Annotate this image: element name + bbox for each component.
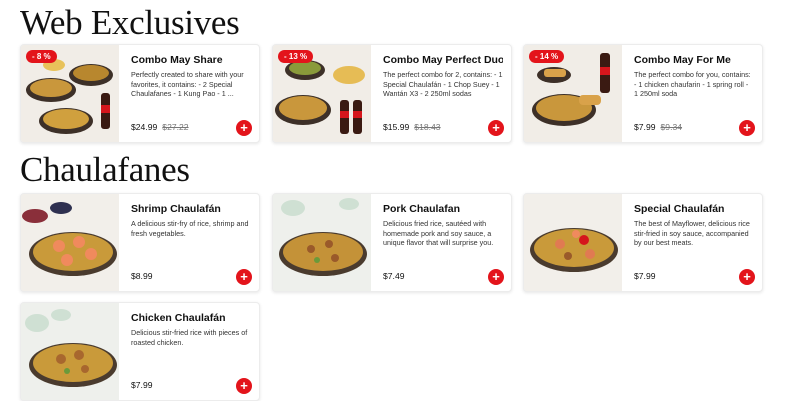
product-title: Combo May For Me	[634, 54, 731, 66]
discount-badge: - 14 %	[529, 50, 565, 63]
product-description: The best of Mayflower, delicious rice st…	[634, 219, 750, 248]
chicken-rice-image	[21, 303, 119, 400]
add-to-cart-button[interactable]: +	[739, 269, 755, 285]
add-to-cart-button[interactable]: +	[236, 378, 252, 394]
product-old-price: $9.34	[660, 122, 683, 132]
product-description: The perfect combo for 2, contains: - 1 S…	[383, 70, 503, 99]
product-title: Pork Chaulafan	[383, 203, 461, 215]
discount-badge: - 13 %	[278, 50, 314, 63]
discount-badge: - 8 %	[26, 50, 57, 63]
product-price: $15.99	[383, 122, 410, 132]
product-description: Perfectly created to share with your fav…	[131, 70, 244, 99]
product-card-combo-may-share[interactable]: - 8 % Combo May Share Perfectly created …	[20, 44, 260, 143]
shrimp-rice-image	[21, 194, 119, 291]
product-price: $7.99	[131, 380, 153, 390]
product-title: Shrimp Chaulafán	[131, 203, 221, 215]
product-old-price: $18.43	[414, 122, 441, 132]
special-rice-image	[524, 194, 622, 291]
add-to-cart-button[interactable]: +	[236, 120, 252, 136]
product-title: Special Chaulafán	[634, 203, 725, 215]
product-description: Delicious stir-fried rice with pieces of…	[131, 328, 248, 347]
product-price: $7.99	[634, 271, 656, 281]
product-title: Combo May Share	[131, 54, 223, 66]
product-title: Combo May Perfect Duo	[383, 54, 503, 66]
product-card-combo-may-perfect-duo[interactable]: - 13 % Combo May Perfect Duo The perfect…	[272, 44, 512, 143]
product-card-pork-chaulafan[interactable]: Pork Chaulafan Delicious fried rice, sau…	[272, 193, 512, 292]
section-title-chaulafanes: Chaulafanes	[20, 150, 190, 189]
product-description: A delicious stir-fry of rice, shrimp and…	[131, 219, 249, 238]
section-title-web-exclusives: Web Exclusives	[20, 3, 240, 42]
product-old-price: $27.22	[162, 122, 189, 132]
product-price: $7.99	[634, 122, 656, 132]
pork-rice-image	[273, 194, 371, 291]
product-description: The perfect combo for you, contains: - 1…	[634, 70, 751, 99]
add-to-cart-button[interactable]: +	[488, 120, 504, 136]
product-title: Chicken Chaulafán	[131, 312, 226, 324]
add-to-cart-button[interactable]: +	[739, 120, 755, 136]
product-description: Delicious fried rice, sautéed with homem…	[383, 219, 494, 248]
add-to-cart-button[interactable]: +	[488, 269, 504, 285]
product-card-combo-may-for-me[interactable]: - 14 % Combo May For Me The perfect comb…	[523, 44, 763, 143]
product-card-special-chaulafan[interactable]: Special Chaulafán The best of Mayflower,…	[523, 193, 763, 292]
product-card-shrimp-chaulafan[interactable]: Shrimp Chaulafán A delicious stir-fry of…	[20, 193, 260, 292]
product-price: $7.49	[383, 271, 405, 281]
add-to-cart-button[interactable]: +	[236, 269, 252, 285]
product-price: $24.99	[131, 122, 158, 132]
product-card-chicken-chaulafan[interactable]: Chicken Chaulafán Delicious stir-fried r…	[20, 302, 260, 401]
product-price: $8.99	[131, 271, 153, 281]
